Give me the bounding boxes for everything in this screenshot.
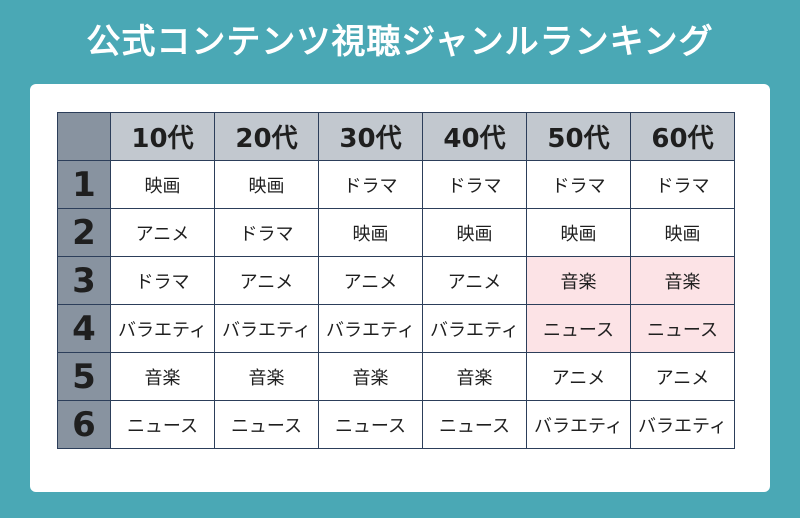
genre-cell: バラエティ — [318, 304, 423, 353]
genre-cell: 映画 — [110, 160, 215, 209]
genre-cell: ニュース — [526, 304, 631, 353]
age-header: 20代 — [214, 112, 319, 161]
genre-cell: ドラマ — [318, 160, 423, 209]
age-header: 10代 — [110, 112, 215, 161]
corner-cell — [57, 112, 111, 161]
genre-cell: 音楽 — [526, 256, 631, 305]
genre-cell: ドラマ — [630, 160, 735, 209]
genre-cell: アニメ — [214, 256, 319, 305]
genre-cell: 映画 — [318, 208, 423, 257]
genre-cell: ドラマ — [422, 160, 527, 209]
table-row: 2 アニメ ドラマ 映画 映画 映画 映画 — [57, 208, 735, 257]
genre-cell: 映画 — [526, 208, 631, 257]
genre-cell: バラエティ — [422, 304, 527, 353]
genre-cell: アニメ — [526, 352, 631, 401]
genre-cell: ドラマ — [214, 208, 319, 257]
genre-cell: アニメ — [630, 352, 735, 401]
age-header: 30代 — [318, 112, 423, 161]
genre-cell: ニュース — [630, 304, 735, 353]
genre-cell: 音楽 — [318, 352, 423, 401]
rank-number: 5 — [57, 352, 111, 401]
genre-cell: バラエティ — [110, 304, 215, 353]
genre-cell: 音楽 — [214, 352, 319, 401]
rank-number: 2 — [57, 208, 111, 257]
genre-cell: アニメ — [422, 256, 527, 305]
page-title: 公式コンテンツ視聴ジャンルランキング — [86, 22, 714, 62]
genre-cell: 音楽 — [630, 256, 735, 305]
age-header: 40代 — [422, 112, 527, 161]
rank-number: 3 — [57, 256, 111, 305]
genre-cell: 映画 — [422, 208, 527, 257]
genre-cell: ニュース — [422, 400, 527, 449]
rank-number: 1 — [57, 160, 111, 209]
genre-cell: 映画 — [630, 208, 735, 257]
genre-cell: アニメ — [110, 208, 215, 257]
genre-cell: 映画 — [214, 160, 319, 209]
genre-cell: 音楽 — [110, 352, 215, 401]
genre-cell: バラエティ — [214, 304, 319, 353]
age-header: 50代 — [526, 112, 631, 161]
rank-number: 6 — [57, 400, 111, 449]
genre-cell: ドラマ — [526, 160, 631, 209]
genre-cell: ニュース — [110, 400, 215, 449]
genre-cell: 音楽 — [422, 352, 527, 401]
table-row: 4 バラエティ バラエティ バラエティ バラエティ ニュース ニュース — [57, 304, 735, 353]
genre-cell: バラエティ — [630, 400, 735, 449]
genre-cell: ニュース — [318, 400, 423, 449]
age-header: 60代 — [630, 112, 735, 161]
table-row: 5 音楽 音楽 音楽 音楽 アニメ アニメ — [57, 352, 735, 401]
genre-cell: ニュース — [214, 400, 319, 449]
table-row: 1 映画 映画 ドラマ ドラマ ドラマ ドラマ — [57, 160, 735, 209]
rank-number: 4 — [57, 304, 111, 353]
genre-cell: バラエティ — [526, 400, 631, 449]
table-row: 3 ドラマ アニメ アニメ アニメ 音楽 音楽 — [57, 256, 735, 305]
ranking-table: 10代 20代 30代 40代 50代 60代 1 映画 映画 ドラマ ドラマ … — [57, 112, 735, 449]
genre-cell: アニメ — [318, 256, 423, 305]
header-row: 10代 20代 30代 40代 50代 60代 — [57, 112, 735, 161]
table-row: 6 ニュース ニュース ニュース ニュース バラエティ バラエティ — [57, 400, 735, 449]
genre-cell: ドラマ — [110, 256, 215, 305]
